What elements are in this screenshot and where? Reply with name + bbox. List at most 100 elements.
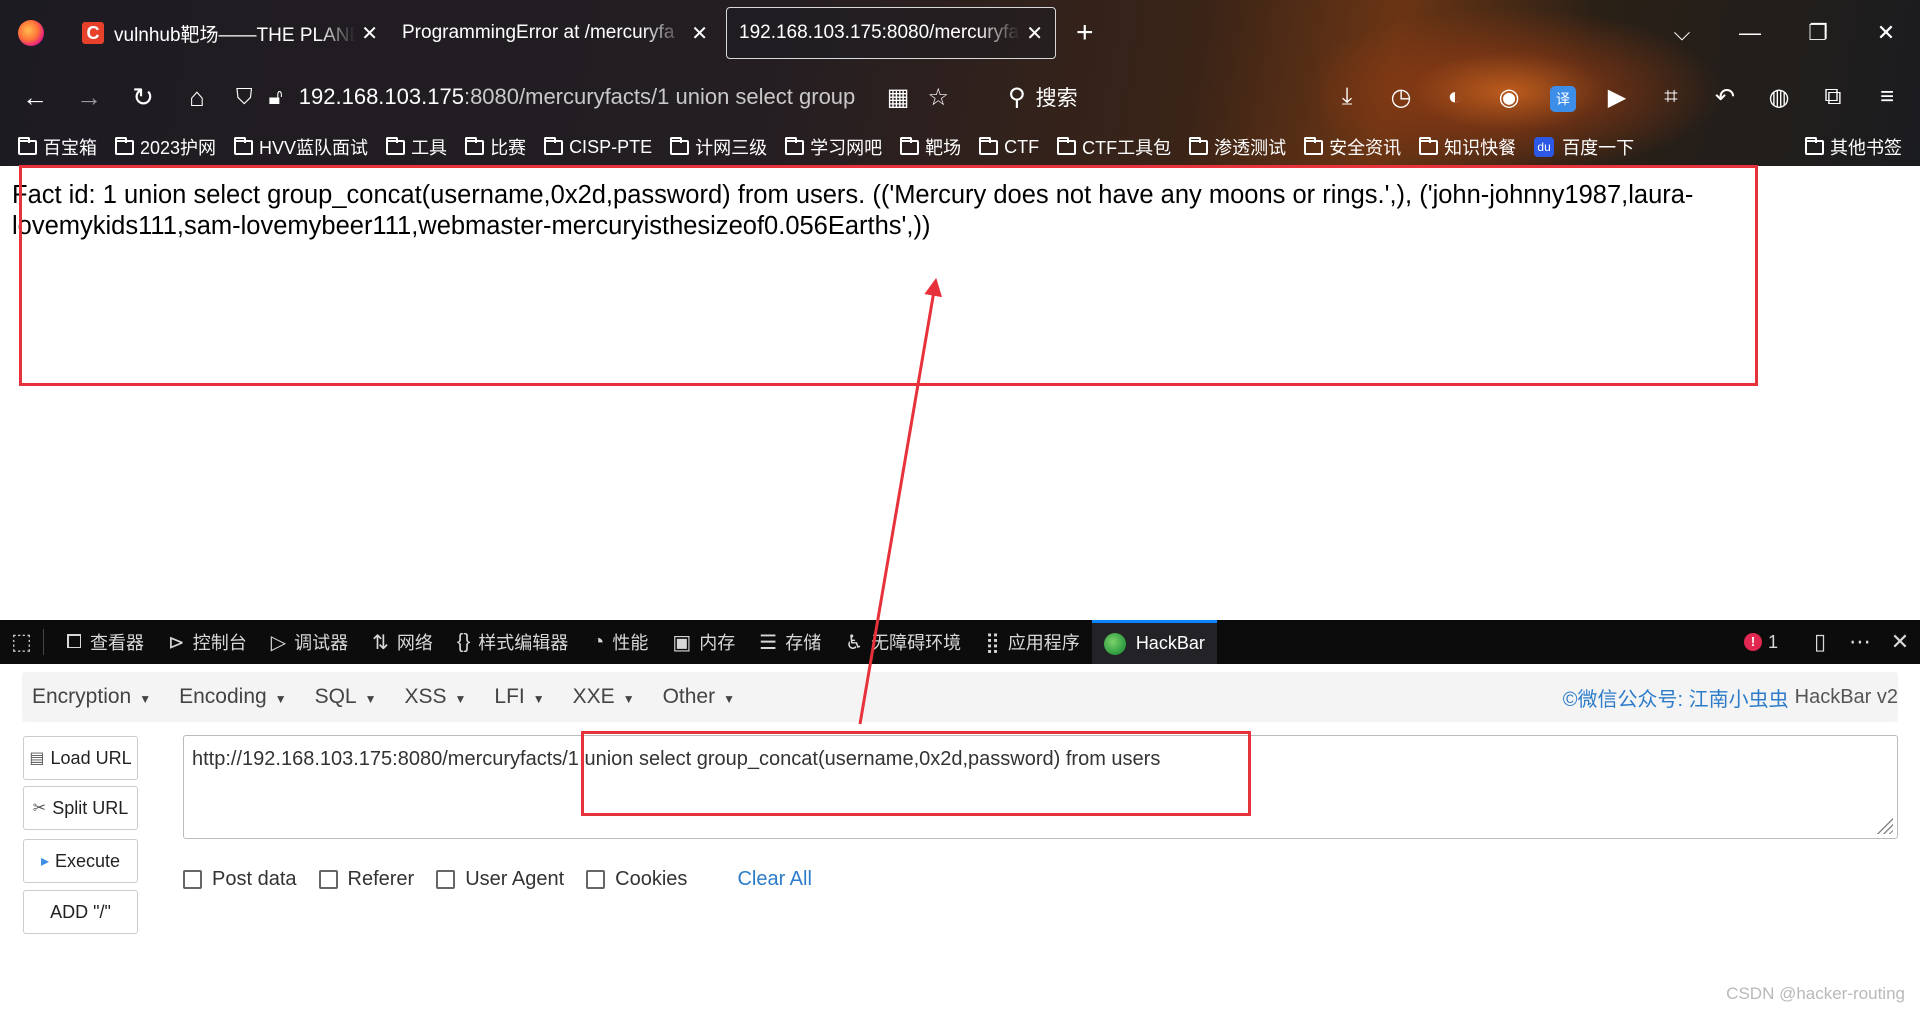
tab-hackbar[interactable]: HackBar (1091, 620, 1217, 664)
more-options-icon[interactable]: ⋯ (1840, 629, 1880, 655)
search-label: 搜索 (1035, 87, 1078, 110)
back-button[interactable]: ← (8, 82, 62, 113)
checkbox[interactable] (318, 869, 338, 889)
split-url-button[interactable]: ✂ Split URL (23, 786, 138, 830)
search-box[interactable]: ⚲ 搜索 (1008, 72, 1078, 122)
firefox-icon[interactable] (18, 20, 44, 46)
watermark: CSDN @hacker-routing (1726, 984, 1905, 1003)
dock-side-icon[interactable]: ▯ (1800, 629, 1840, 655)
bookmark-baidu[interactable]: du 百度一下 (1534, 134, 1634, 160)
bookmark-folder[interactable]: 比赛 (465, 134, 526, 160)
tab-programming-error[interactable]: ProgrammingError at /mercuryfa ✕ (390, 7, 720, 59)
load-url-button[interactable]: ▤ Load URL (23, 736, 138, 780)
hackbar-menu-encoding[interactable]: Encoding ▼ (179, 685, 286, 709)
minimize-button[interactable]: — (1716, 20, 1784, 46)
undo-icon[interactable]: ↶ (1698, 83, 1752, 112)
bookmark-folder[interactable]: 2023护网 (115, 134, 216, 160)
proxy-icon[interactable]: ◍ (1752, 83, 1806, 112)
bookmark-folder[interactable]: 知识快餐 (1419, 134, 1516, 160)
hackbar-menu-lfi[interactable]: LFI ▼ (494, 685, 544, 709)
option-post-data[interactable]: Post data (183, 868, 297, 891)
element-picker-icon[interactable]: ⬚ (0, 629, 44, 655)
download-icon[interactable]: ⤓ (1320, 83, 1374, 111)
menu-icon[interactable]: ≡ (1860, 83, 1914, 111)
forward-button[interactable]: → (62, 82, 116, 113)
bookmark-folder[interactable]: 百宝箱 (18, 134, 97, 160)
load-icon: ▤ (29, 750, 45, 767)
caret-down-icon: ▼ (723, 692, 735, 706)
bookmark-folder[interactable]: CTF工具包 (1057, 134, 1171, 160)
reload-button[interactable]: ↻ (116, 82, 170, 113)
devtools-tab[interactable]: ♿ 无障碍环境 (833, 620, 973, 664)
history-clock-icon[interactable]: ◷ (1374, 83, 1428, 112)
option-referer[interactable]: Referer (318, 868, 414, 891)
checkbox[interactable] (436, 869, 456, 889)
crop-icon[interactable]: ⌗ (1644, 83, 1698, 111)
tab-list-chevron-icon[interactable]: ⌵ (1648, 20, 1716, 46)
devtools-tab[interactable]: ◔ 性能 (580, 620, 660, 664)
shield-icon[interactable]: ⛉ (236, 84, 253, 110)
other-bookmarks[interactable]: 其他书签 (1805, 130, 1902, 164)
maximize-button[interactable]: ❐ (1784, 20, 1852, 46)
caret-down-icon: ▼ (622, 692, 635, 706)
devtools-tab[interactable]: ⇅ 网络 (360, 620, 445, 664)
wechat-brand-link[interactable]: ©微信公众号: 江南小虫虫 (1563, 683, 1789, 712)
checkbox[interactable] (586, 869, 606, 889)
folder-icon (900, 136, 920, 155)
close-devtools-icon[interactable]: ✕ (1880, 629, 1920, 655)
bookmark-folder[interactable]: 工具 (386, 134, 447, 160)
bookmark-folder[interactable]: 计网三级 (670, 134, 767, 160)
bookmark-star-icon[interactable]: ☆ (927, 83, 949, 112)
bookmark-folder[interactable]: 安全资讯 (1304, 134, 1401, 160)
new-tab-button[interactable]: + (1076, 16, 1094, 50)
devtools-tab[interactable]: ▷ 调试器 (259, 620, 360, 664)
hackbar-logo-icon (1103, 632, 1126, 655)
close-icon[interactable]: ✕ (1026, 21, 1043, 46)
url-bar[interactable]: ⛉ 🔓︎ 192.168.103.175:8080/mercuryfacts/1… (236, 72, 1096, 122)
checkbox[interactable] (183, 869, 202, 889)
play-extension-icon[interactable]: ▶ (1590, 83, 1644, 112)
hackbar-menu-xss[interactable]: XSS ▼ (405, 685, 467, 709)
translate-icon[interactable]: 译 (1536, 83, 1590, 112)
bookmark-folder[interactable]: 靶场 (900, 134, 961, 160)
devtools-tab-icon: ♿ (845, 631, 864, 654)
devtools-tab[interactable]: ⊳ 控制台 (156, 620, 259, 664)
devtools-tab-icon: {} (456, 630, 471, 653)
url-text[interactable]: 192.168.103.175:8080/mercuryfacts/1 unio… (299, 84, 869, 110)
extension-avatar-icon[interactable]: ◐ (1428, 83, 1482, 111)
close-window-button[interactable]: ✕ (1852, 20, 1920, 46)
insecure-lock-icon[interactable]: 🔓︎ (269, 84, 283, 110)
bookmark-folder[interactable]: CTF (979, 136, 1039, 158)
extensions-puzzle-icon[interactable]: ⧉ (1806, 83, 1860, 111)
bookmark-folder[interactable]: 学习网吧 (785, 134, 882, 160)
tab-vulnhub[interactable]: C vulnhub靶场——THE PLANET ✕ (70, 7, 390, 59)
folder-icon (785, 136, 805, 155)
home-button[interactable]: ⌂ (170, 82, 224, 113)
devtools-tab[interactable]: ⣿ 应用程序 (973, 620, 1092, 664)
devtools-tab[interactable]: ☰ 存储 (747, 620, 833, 664)
hackbar-menu-other[interactable]: Other ▼ (663, 685, 735, 709)
devtools-tab[interactable]: {} 样式编辑器 (445, 620, 580, 664)
hackbar-menu-sql[interactable]: SQL ▼ (315, 685, 377, 709)
qr-code-icon[interactable]: ▦ (887, 83, 910, 112)
option-cookies[interactable]: Cookies (586, 868, 687, 891)
devtools-tab-icon: ◔ (592, 630, 605, 653)
option-user-agent[interactable]: User Agent (436, 868, 564, 891)
fox-extension-icon[interactable]: ◉ (1482, 83, 1536, 112)
resize-handle-icon[interactable] (1875, 816, 1893, 834)
tab-mercuryfacts[interactable]: 192.168.103.175:8080/mercuryfa ✕ (726, 7, 1056, 59)
execute-button[interactable]: ▸ Execute (23, 839, 138, 883)
search-icon: ⚲ (1008, 83, 1026, 111)
hackbar-menu-xxe[interactable]: XXE ▼ (573, 685, 635, 709)
devtools-tab[interactable]: ⧠ 查看器 (54, 620, 156, 664)
close-icon[interactable]: ✕ (361, 21, 378, 46)
clear-all-link[interactable]: Clear All (737, 868, 811, 891)
add-slash-button[interactable]: ADD "/" (23, 890, 138, 934)
bookmark-folder[interactable]: CISP-PTE (544, 136, 652, 158)
bookmark-folder[interactable]: 渗透测试 (1189, 134, 1286, 160)
error-count-badge[interactable]: ! 1 (1743, 632, 1778, 653)
devtools-tab[interactable]: ▣ 内存 (660, 620, 747, 664)
hackbar-menu-encryption[interactable]: Encryption ▼ (32, 685, 151, 709)
bookmark-folder[interactable]: HVV蓝队面试 (234, 134, 368, 160)
close-icon[interactable]: ✕ (691, 21, 708, 46)
